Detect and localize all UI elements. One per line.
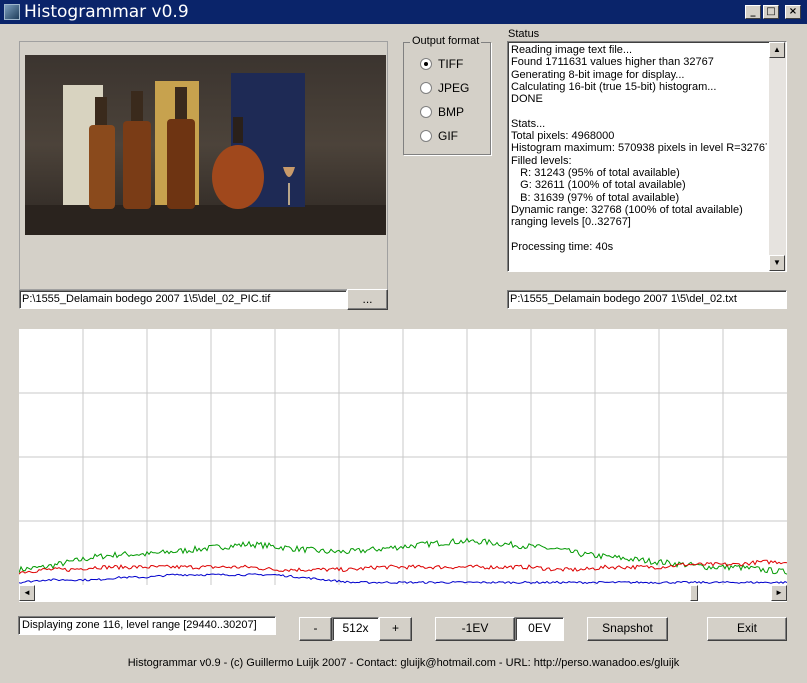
radio-bmp[interactable] — [420, 106, 432, 118]
scroll-left-icon[interactable]: ◄ — [19, 585, 35, 601]
zoom-out-button[interactable]: - — [299, 617, 332, 641]
snapshot-button[interactable]: Snapshot — [587, 617, 668, 641]
status-line: Reading image text file... — [511, 44, 633, 56]
footer-credits: Histogrammar v0.9 - (c) Guillermo Luijk … — [127, 657, 680, 669]
status-line: Calculating 16-bit (true 15-bit) histogr… — [511, 80, 717, 93]
bottle-3 — [167, 119, 195, 209]
bottle-neck-1 — [95, 97, 107, 125]
minimize-button[interactable]: _ — [745, 5, 761, 19]
status-line — [511, 228, 767, 240]
bottle-2 — [123, 121, 151, 209]
format-option-label: GIF — [438, 129, 458, 143]
scroll-up-icon[interactable]: ▲ — [769, 42, 785, 58]
radio-tiff[interactable] — [420, 58, 432, 70]
exit-button[interactable]: Exit — [707, 617, 787, 641]
bottle-neck-2 — [131, 91, 143, 121]
output-format-group: Output format TIFF JPEG BMP GIF — [403, 35, 491, 155]
image-preview-frame — [19, 41, 388, 290]
text-path-field[interactable]: P:\1555_Delamain bodego 2007 1\5\del_02.… — [507, 290, 787, 309]
format-option-label: TIFF — [438, 57, 464, 71]
status-log: Reading image text file... Found 1711631 … — [511, 44, 767, 270]
decanter-neck — [233, 117, 243, 143]
zoom-value-field[interactable]: 512x — [332, 617, 379, 641]
radio-gif[interactable] — [420, 130, 432, 142]
app-icon — [4, 4, 20, 20]
status-line: B: 31639 (97% of total available) — [511, 191, 680, 204]
status-line: Dynamic range: 32768 (100% of total avai… — [511, 203, 743, 216]
radio-jpeg[interactable] — [420, 82, 432, 94]
status-textarea[interactable]: Reading image text file... Found 1711631 … — [507, 41, 787, 272]
status-line: Histogram maximum: 570938 pixels in leve… — [511, 142, 767, 155]
histogram-chart — [18, 329, 788, 585]
image-preview — [25, 55, 386, 235]
title-bar[interactable]: Histogrammar v0.9 _ □ × — [0, 0, 807, 24]
ev-value-field[interactable]: 0EV — [515, 617, 564, 641]
status-line: Total pixels: 4968000 — [511, 130, 615, 143]
window-title: Histogrammar v0.9 — [24, 2, 189, 22]
status-line: Found 1711631 values higher than 32767 — [511, 56, 714, 69]
status-line: Stats... — [511, 117, 546, 130]
status-line: R: 31243 (95% of total available) — [511, 166, 680, 179]
zoom-in-button[interactable]: + — [379, 617, 412, 641]
scrollbar-thumb[interactable] — [690, 585, 699, 601]
histogram-svg — [18, 329, 788, 585]
maximize-button[interactable]: □ — [763, 5, 779, 19]
zone-display: Displaying zone 116, level range [29440.… — [18, 616, 276, 635]
status-line: ranging levels [0..32767] — [511, 216, 631, 229]
scroll-down-icon[interactable]: ▼ — [769, 255, 785, 271]
status-line: DONE — [511, 93, 543, 106]
output-format-legend: Output format — [410, 35, 482, 47]
status-scrollbar[interactable]: ▲ ▼ — [769, 42, 786, 271]
preview-photo — [25, 73, 386, 235]
status-line: Filled levels: — [511, 154, 572, 167]
status-line: G: 32611 (100% of total available) — [511, 179, 686, 192]
browse-button[interactable]: ... — [347, 289, 388, 310]
decanter — [212, 145, 264, 209]
glass-stem — [288, 183, 290, 205]
bottle-neck-3 — [175, 87, 187, 119]
status-line — [511, 105, 767, 117]
close-button[interactable]: × — [785, 5, 801, 19]
ev-minus-button[interactable]: -1EV — [435, 617, 515, 641]
status-line: Processing time: 40s — [511, 240, 614, 253]
zone-scrollbar[interactable]: ◄ ► — [19, 585, 787, 602]
bottle-1 — [89, 125, 115, 209]
scroll-right-icon[interactable]: ► — [771, 585, 787, 601]
status-label: Status — [508, 28, 540, 40]
format-option-label: BMP — [438, 105, 465, 119]
image-path-field[interactable]: P:\1555_Delamain bodego 2007 1\5\del_02_… — [19, 290, 347, 309]
status-line: Generating 8-bit image for display... — [511, 68, 685, 81]
table-surface — [25, 205, 386, 235]
format-option-label: JPEG — [438, 81, 470, 95]
